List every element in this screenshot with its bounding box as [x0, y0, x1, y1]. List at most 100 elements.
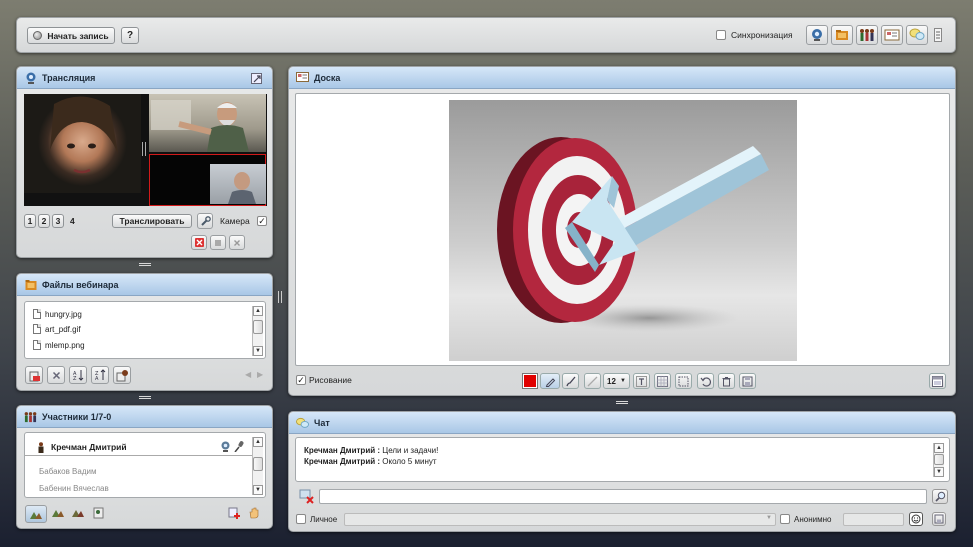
emoticons-button[interactable] [909, 512, 923, 526]
scroll-up-arrow-icon[interactable]: ▲ [934, 443, 944, 453]
participants-scrollbar[interactable]: ▲ ▼ [252, 437, 263, 495]
layout-menu-button[interactable] [933, 27, 943, 43]
table-row[interactable]: Бабенин Вячеслав [25, 483, 253, 497]
grid-tool-button[interactable] [654, 373, 671, 389]
message-author: Кречман Дмитрий : [304, 457, 381, 466]
whiteboard-canvas[interactable] [295, 93, 950, 366]
speaker-face-icon [50, 96, 118, 174]
main-video-feed[interactable] [24, 94, 141, 193]
chat-search-button[interactable] [932, 489, 948, 504]
text-tool-button[interactable] [633, 373, 650, 389]
recipient-select[interactable]: ▼ [344, 513, 776, 526]
expand-panel-button[interactable] [251, 73, 262, 84]
chat-message-input[interactable] [319, 489, 927, 504]
files-module-button[interactable] [831, 25, 853, 45]
color-picker-button[interactable] [522, 373, 538, 389]
scroll-down-arrow-icon[interactable]: ▼ [934, 467, 944, 477]
start-recording-button[interactable]: Начать запись [27, 27, 115, 44]
sync-checkbox[interactable] [716, 30, 726, 40]
video-divider-handle[interactable] [142, 142, 146, 156]
undo-button[interactable] [697, 373, 714, 389]
add-participant-button[interactable] [228, 507, 244, 521]
scroll-thumb[interactable] [253, 457, 263, 471]
remove-video-button[interactable] [191, 235, 207, 250]
broadcast-button[interactable]: Транслировать [112, 214, 192, 228]
delete-file-button[interactable] [47, 366, 65, 384]
save-chat-button[interactable] [932, 512, 946, 526]
scroll-up-arrow-icon[interactable]: ▲ [253, 306, 263, 316]
list-item[interactable]: hungry.jpg [33, 309, 82, 319]
svg-text:A: A [95, 376, 99, 381]
column-resize-handle[interactable] [278, 291, 282, 303]
stop-video-button[interactable] [210, 235, 226, 250]
scroll-thumb[interactable] [253, 320, 263, 334]
host-person-icon [38, 442, 44, 453]
undo-icon [700, 376, 711, 387]
files-scrollbar[interactable]: ▲ ▼ [252, 306, 263, 356]
scroll-thumb[interactable] [934, 454, 944, 465]
table-row[interactable]: Кречман Дмитрий [25, 438, 253, 456]
camera-checkbox[interactable]: ✓ [257, 216, 267, 226]
filter-listeners-button[interactable] [71, 507, 87, 521]
sort-az-button[interactable]: AZ [69, 366, 87, 384]
clear-chat-button[interactable] [299, 489, 315, 504]
svg-text:Z: Z [73, 376, 77, 381]
board-resize-handle[interactable] [616, 401, 628, 404]
chat-scrollbar[interactable]: ▲ ▼ [933, 443, 944, 477]
window-icon [932, 375, 943, 387]
upload-file-button[interactable] [25, 366, 43, 384]
secondary-video-feed[interactable] [149, 94, 266, 152]
line-icon [587, 376, 598, 386]
self-view-feed[interactable] [210, 164, 266, 204]
raise-hand-button[interactable] [248, 507, 264, 521]
scroll-down-arrow-icon[interactable]: ▼ [253, 346, 263, 356]
pencil-tool-button[interactable] [540, 373, 560, 389]
board-settings-button[interactable] [929, 373, 946, 389]
font-size-select[interactable]: 12 ▼ [603, 373, 630, 389]
drawing-label: Рисование [309, 375, 352, 385]
line-tool-button[interactable] [584, 373, 601, 389]
next-page-arrow-icon[interactable]: ▶ [257, 370, 263, 379]
page-2-button[interactable]: 2 [38, 214, 50, 228]
private-label: Личное [310, 515, 338, 524]
broadcast-resize-handle[interactable] [139, 263, 151, 266]
list-item[interactable]: art_pdf.gif [33, 324, 81, 334]
page-3-button[interactable]: 3 [52, 214, 64, 228]
files-resize-handle[interactable] [139, 396, 151, 399]
drawing-checkbox[interactable]: ✓ [296, 375, 306, 385]
clear-board-button[interactable] [718, 373, 735, 389]
share-file-button[interactable] [113, 366, 131, 384]
list-item[interactable]: mlemp.png [33, 340, 85, 350]
sort-az-icon: AZ [73, 370, 84, 381]
scroll-down-arrow-icon[interactable]: ▼ [253, 485, 263, 495]
participants-icon [860, 29, 874, 41]
check-mark-icon: ✓ [258, 215, 266, 226]
filter-speakers-button[interactable] [51, 507, 67, 521]
filter-moderators-button[interactable] [93, 507, 109, 521]
prev-page-arrow-icon[interactable]: ◀ [245, 370, 251, 379]
save-board-button[interactable] [739, 373, 756, 389]
participants-module-button[interactable] [856, 25, 878, 45]
page-4-label[interactable]: 4 [70, 216, 75, 226]
participants-panel: Участники 1/7-0 Кречман Дмитрий Бабаков … [16, 405, 273, 529]
camera-settings-button[interactable] [197, 213, 213, 229]
webcam-module-button[interactable] [806, 25, 828, 45]
private-checkbox[interactable] [296, 514, 306, 524]
filter-all-button[interactable] [25, 505, 47, 523]
chevron-down-icon: ▼ [620, 378, 626, 384]
anonymous-checkbox[interactable] [780, 514, 790, 524]
chat-module-button[interactable] [906, 25, 928, 45]
brush-tool-button[interactable] [562, 373, 579, 389]
file-name: hungry.jpg [45, 309, 82, 319]
help-button[interactable]: ? [121, 27, 139, 44]
anonymous-name-input[interactable] [843, 513, 904, 526]
page-1-button[interactable]: 1 [24, 214, 36, 228]
speakers-icon [52, 510, 64, 517]
board-module-button[interactable] [881, 25, 903, 45]
sort-za-button[interactable]: ZA [91, 366, 109, 384]
hand-icon [249, 507, 259, 519]
select-tool-button[interactable] [675, 373, 692, 389]
close-video-button[interactable] [229, 235, 245, 250]
scroll-up-arrow-icon[interactable]: ▲ [253, 437, 263, 447]
table-row[interactable]: Бабаков Вадим [25, 466, 253, 480]
